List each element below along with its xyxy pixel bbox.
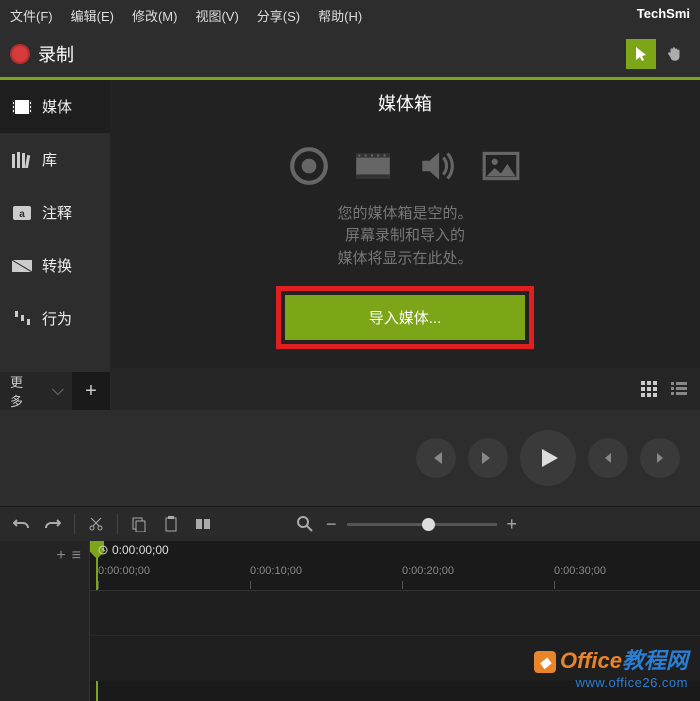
video-icon (352, 145, 394, 187)
chevron-right-icon (653, 451, 667, 465)
menu-help[interactable]: 帮助(H) (318, 6, 362, 25)
menu-share[interactable]: 分享(S) (257, 6, 300, 25)
chevron-down-icon: ⌵ (44, 382, 72, 400)
sidebar-item-label: 媒体 (42, 96, 72, 117)
annotation-icon: a (12, 205, 32, 221)
split-icon (195, 516, 211, 532)
split-button[interactable] (192, 513, 214, 535)
zoom-thumb[interactable] (422, 518, 435, 531)
media-type-icons (288, 145, 522, 187)
undo-button[interactable] (10, 513, 32, 535)
brand-label: TechSmi (637, 6, 690, 25)
list-icon (671, 381, 687, 397)
sidebar-item-behaviors[interactable]: 行为 (0, 292, 110, 345)
menu-modify[interactable]: 修改(M) (132, 6, 178, 25)
track-menu-button[interactable]: ≡ (72, 547, 81, 565)
list-view-button[interactable] (666, 376, 692, 402)
search-icon (297, 516, 313, 532)
image-icon (480, 145, 522, 187)
highlight-box: 导入媒体... (276, 286, 534, 349)
import-media-button[interactable]: 导入媒体... (285, 295, 525, 340)
redo-icon (45, 516, 61, 532)
track-header: + ≡ (0, 541, 90, 701)
undo-icon (13, 516, 29, 532)
sidebar-item-media[interactable]: 媒体 (0, 80, 110, 133)
watermark: ◆Office教程网 www.office26.com (534, 643, 688, 690)
cut-button[interactable] (85, 513, 107, 535)
record-bar: 录制 (0, 31, 700, 80)
timeline-toolbar: − + (0, 506, 700, 541)
panel-title: 媒体箱 (110, 80, 700, 126)
next-frame-button[interactable] (468, 438, 508, 478)
cursor-tool-button[interactable] (626, 39, 656, 69)
behavior-icon (12, 311, 32, 327)
scissors-icon (88, 516, 104, 532)
record-label: 录制 (38, 41, 74, 67)
zoom-in-button[interactable]: + (507, 514, 518, 535)
current-time: 0:00:00;00 (98, 543, 169, 557)
sidebar-item-label: 注释 (42, 202, 72, 223)
zoom-search-button[interactable] (294, 513, 316, 535)
media-icon (12, 99, 32, 115)
add-track-button[interactable]: + (56, 547, 65, 565)
ruler-tick: 0:00:20;00 (402, 565, 454, 577)
sidebar-item-label: 行为 (42, 308, 72, 329)
audio-icon (416, 145, 458, 187)
back-button[interactable] (588, 438, 628, 478)
copy-icon (131, 516, 147, 532)
forward-button[interactable] (640, 438, 680, 478)
time-ruler[interactable]: 0:00:00;00 0:00:10;00 0:00:20;00 0:00:30… (90, 565, 700, 591)
zoom-slider[interactable] (347, 523, 497, 526)
grid-view-button[interactable] (636, 376, 662, 402)
sidebar: 媒体 库 a 注释 转换 行为 更多 ⌵ + (0, 80, 110, 410)
add-button[interactable]: + (72, 372, 110, 410)
menu-file[interactable]: 文件(F) (10, 6, 53, 25)
prev-frame-button[interactable] (416, 438, 456, 478)
next-frame-icon (480, 450, 496, 466)
play-button[interactable] (520, 430, 576, 486)
menu-edit[interactable]: 编辑(E) (71, 6, 114, 25)
ruler-tick: 0:00:30;00 (554, 565, 606, 577)
paste-icon (163, 516, 179, 532)
grid-icon (641, 381, 657, 397)
sidebar-item-transitions[interactable]: 转换 (0, 239, 110, 292)
chevron-left-icon (601, 451, 615, 465)
hand-tool-button[interactable] (660, 39, 690, 69)
play-icon (536, 446, 560, 470)
media-bin-panel: 媒体箱 您的媒体箱是空的。 屏幕录制和导入的 媒体将显示在此处。 导入媒体... (110, 80, 700, 410)
clock-icon (98, 545, 108, 555)
menu-view[interactable]: 视图(V) (195, 6, 238, 25)
sidebar-item-library[interactable]: 库 (0, 133, 110, 186)
prev-frame-icon (428, 450, 444, 466)
playback-controls (0, 410, 700, 506)
sidebar-item-label: 转换 (42, 255, 72, 276)
record-circle-icon (288, 145, 330, 187)
transition-icon (12, 258, 32, 274)
sidebar-item-label: 库 (42, 149, 57, 170)
sidebar-item-annotations[interactable]: a 注释 (0, 186, 110, 239)
ruler-tick: 0:00:00;00 (98, 565, 150, 577)
zoom-out-button[interactable]: − (326, 514, 337, 535)
more-button[interactable]: 更多 (0, 372, 44, 410)
menu-bar: 文件(F) 编辑(E) 修改(M) 视图(V) 分享(S) 帮助(H) Tech… (0, 0, 700, 31)
library-icon (12, 152, 32, 168)
record-icon (10, 44, 30, 64)
empty-state-text: 您的媒体箱是空的。 屏幕录制和导入的 媒体将显示在此处。 (337, 203, 472, 271)
redo-button[interactable] (42, 513, 64, 535)
copy-button[interactable] (128, 513, 150, 535)
svg-text:a: a (19, 209, 25, 220)
hand-icon (666, 45, 684, 63)
ruler-tick: 0:00:10;00 (250, 565, 302, 577)
paste-button[interactable] (160, 513, 182, 535)
track-row[interactable] (90, 591, 700, 636)
record-button[interactable]: 录制 (10, 41, 74, 67)
cursor-icon (633, 46, 649, 62)
